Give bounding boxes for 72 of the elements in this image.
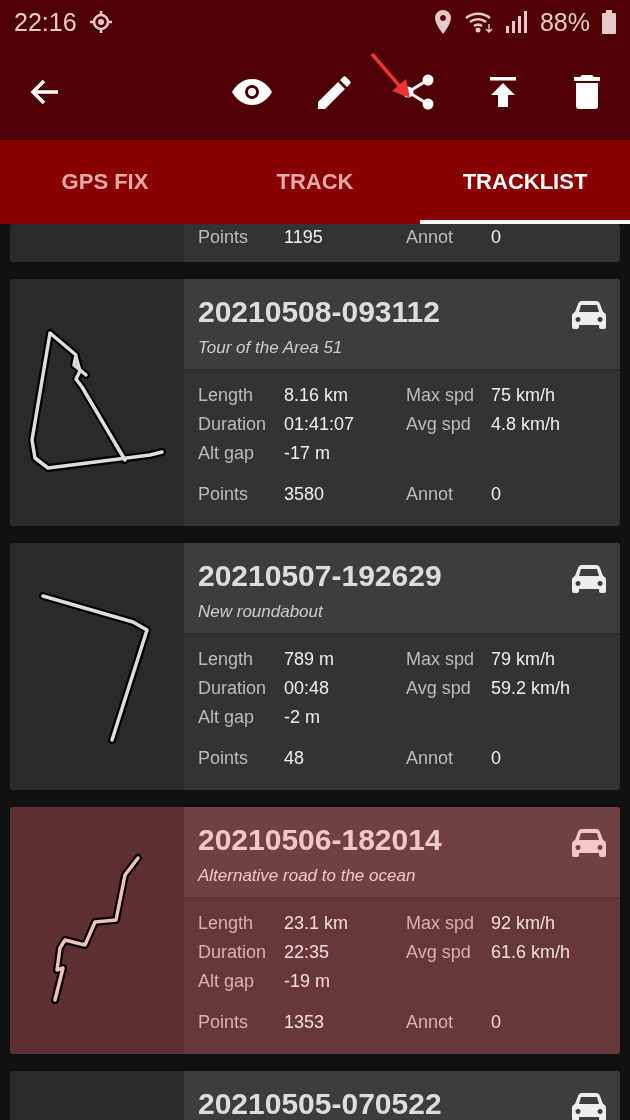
stat-label: Max spd xyxy=(406,385,476,406)
battery-icon xyxy=(602,10,616,34)
pencil-icon xyxy=(318,75,352,109)
stat-value: 3580 xyxy=(284,484,326,505)
stat-label: Alt gap xyxy=(198,971,256,992)
track-title: 20210505-070522 xyxy=(198,1087,443,1120)
stat-value: 8.16 km xyxy=(284,385,350,406)
stat-value: 92 km/h xyxy=(491,913,557,934)
stat-label: Duration xyxy=(198,942,268,963)
stat-value: 0 xyxy=(491,748,502,769)
stat-label: Annot xyxy=(406,227,455,248)
stat-value: 0 xyxy=(491,1012,502,1033)
stat-label: Length xyxy=(198,385,255,406)
stat-value: 00:48 xyxy=(284,678,331,699)
stat-value: 22:35 xyxy=(284,942,331,963)
track-title: 20210507-192629 xyxy=(198,559,443,593)
pointer-arrow-drawing xyxy=(370,52,412,100)
stat-value: -2 m xyxy=(284,707,321,728)
stat-label: Annot xyxy=(406,484,455,505)
stat-label: Avg spd xyxy=(406,942,472,963)
stat-label: Duration xyxy=(198,678,268,699)
track-description: Alternative road to the ocean xyxy=(198,866,417,886)
stat-label: Alt gap xyxy=(198,443,256,464)
stat-label: Length xyxy=(198,913,255,934)
car-icon xyxy=(572,1093,606,1120)
gps-icon xyxy=(88,10,113,34)
upload-icon xyxy=(490,77,516,107)
stat-value: -17 m xyxy=(284,443,331,464)
stat-label: Points xyxy=(198,484,250,505)
stat-label: Max spd xyxy=(406,649,476,670)
eye-icon xyxy=(232,79,272,105)
track-title: 20210508-093112 xyxy=(198,295,441,329)
stat-label: Points xyxy=(198,748,250,769)
stat-value: 01:41:07 xyxy=(284,414,356,435)
car-icon xyxy=(572,565,606,593)
stat-value: -19 m xyxy=(284,971,331,992)
stat-label: Avg spd xyxy=(406,678,472,699)
stat-value: 0 xyxy=(491,484,502,505)
stat-label: Duration xyxy=(198,414,268,435)
stat-label: Points xyxy=(198,1012,250,1033)
track-description: New roundabout xyxy=(198,602,325,622)
signal-icon xyxy=(505,11,528,33)
battery-percentage: 88% xyxy=(539,7,590,37)
stat-value: 1195 xyxy=(284,227,324,248)
stat-value: 75 km/h xyxy=(491,385,557,406)
stat-value: 79 km/h xyxy=(491,649,557,670)
tab[interactable]: TRACK xyxy=(210,140,420,224)
car-icon xyxy=(572,829,606,857)
stat-label: Avg spd xyxy=(406,414,472,435)
stat-value: 59.2 km/h xyxy=(491,678,572,699)
track-title: 20210506-182014 xyxy=(198,823,443,857)
stat-label: Max spd xyxy=(406,913,476,934)
tab[interactable]: GPS FIX xyxy=(0,140,210,224)
stat-value: 48 xyxy=(284,748,306,769)
stat-label: Alt gap xyxy=(198,707,256,728)
stat-value: 23.1 km xyxy=(284,913,350,934)
stat-label: Annot xyxy=(406,1012,455,1033)
stat-value: 4.8 km/h xyxy=(491,414,562,435)
clock: 22:16 xyxy=(14,7,77,37)
wifi-icon xyxy=(463,10,494,34)
car-icon xyxy=(572,301,606,329)
back-arrow-icon xyxy=(30,79,60,105)
stat-label: Length xyxy=(198,649,255,670)
stat-value: 0 xyxy=(491,227,502,248)
location-icon xyxy=(433,10,452,34)
stat-value: 61.6 km/h xyxy=(491,942,572,963)
stat-value: 789 m xyxy=(284,649,336,670)
track-description: Tour of the Area 51 xyxy=(198,338,344,358)
stat-value: 1353 xyxy=(284,1012,326,1033)
stat-label: Annot xyxy=(406,748,455,769)
trash-icon xyxy=(574,75,600,109)
stat-label: Points xyxy=(198,227,250,248)
